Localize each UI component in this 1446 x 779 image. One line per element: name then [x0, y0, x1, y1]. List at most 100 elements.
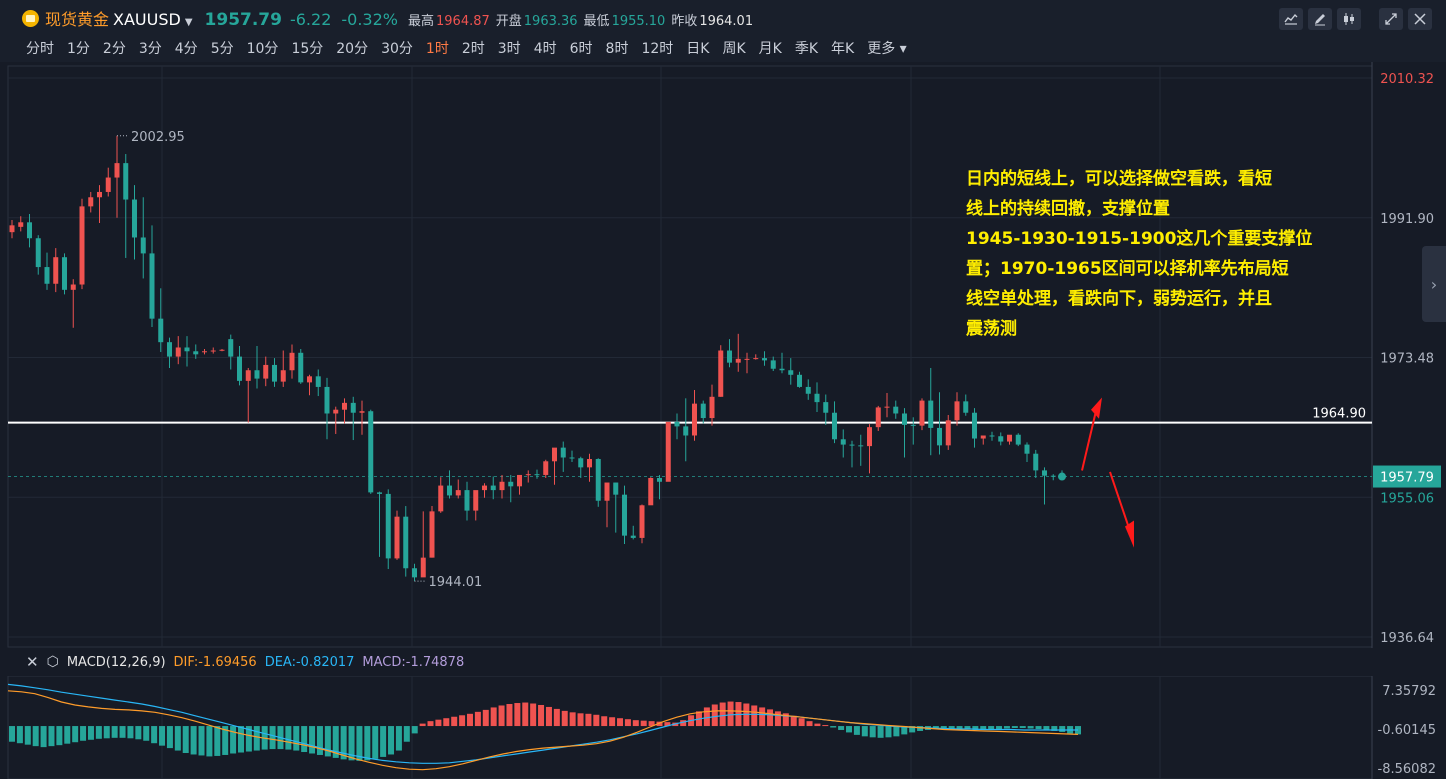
- candle-body: [630, 535, 636, 538]
- candle-body: [1007, 434, 1012, 442]
- timeframe-6[interactable]: 10分: [247, 38, 279, 58]
- macd-histogram-bar: [56, 726, 63, 746]
- macd-histogram-bar: [166, 726, 173, 749]
- timeframe-2[interactable]: 2分: [103, 38, 126, 58]
- macd-histogram-bar: [1035, 726, 1042, 729]
- candle-body: [517, 474, 522, 487]
- y-tick-label: 1973.48: [1380, 352, 1434, 367]
- candle-body: [403, 516, 409, 569]
- max-label: 2002.95: [131, 130, 185, 145]
- candle-body: [44, 267, 50, 284]
- candle-body: [534, 474, 540, 476]
- candle-body: [963, 401, 969, 413]
- collapse-panel-chevron-icon[interactable]: ›: [1422, 246, 1446, 322]
- candle-body: [105, 177, 111, 192]
- macd-histogram-bar: [1011, 726, 1018, 729]
- macd-y-tick-label: -8.56082: [1378, 762, 1436, 777]
- timeframe-3[interactable]: 3分: [139, 38, 162, 58]
- timeframe-22[interactable]: 更多 ▾: [867, 38, 906, 58]
- macd-histogram-bar: [443, 718, 450, 727]
- expand-icon[interactable]: [1379, 8, 1403, 30]
- macd-histogram-bar: [253, 726, 260, 751]
- macd-histogram-bar: [988, 726, 995, 729]
- price-change: -6.22: [289, 10, 332, 29]
- timeframe-0[interactable]: 分时: [26, 38, 54, 58]
- candle-body: [779, 368, 785, 371]
- timeframe-4[interactable]: 4分: [175, 38, 198, 58]
- low-value: 1955.10: [611, 14, 666, 29]
- timeframe-7[interactable]: 15分: [291, 38, 323, 58]
- candle-body: [429, 511, 435, 558]
- candle-body: [543, 461, 549, 475]
- macd-histogram-bar: [893, 726, 900, 737]
- close-indicator-icon[interactable]: ✕: [26, 653, 39, 671]
- candle-body: [569, 457, 575, 459]
- candle-body: [1015, 434, 1021, 445]
- candle-body: [945, 420, 951, 446]
- candle-body: [937, 427, 942, 446]
- timeframe-11[interactable]: 2时: [462, 38, 485, 58]
- annotation-line: 置；1970-1965区间可以择机率先布局短: [966, 259, 1289, 279]
- price-change-pct: -0.32%: [341, 10, 398, 29]
- candle-body: [692, 403, 697, 436]
- timeframe-17[interactable]: 日K: [686, 38, 709, 58]
- candle-body: [587, 459, 592, 468]
- quote-row: 现货黄金 XAUUSD ▼ 1957.79 -6.22 -0.32% 最高 19…: [22, 6, 759, 30]
- close-icon[interactable]: [1408, 8, 1432, 30]
- macd-histogram-bar: [419, 723, 426, 727]
- timeframe-9[interactable]: 30分: [381, 38, 413, 58]
- macd-indicator-label[interactable]: MACD(12,26,9): [67, 655, 166, 670]
- candle-body: [928, 400, 934, 428]
- symbol-name[interactable]: 现货黄金: [45, 6, 109, 30]
- macd-histogram-bar: [609, 717, 616, 727]
- draw-pen-icon[interactable]: [1308, 8, 1332, 30]
- candle-body: [385, 493, 391, 559]
- macd-histogram-bar: [759, 707, 766, 727]
- timeframe-20[interactable]: 季K: [795, 38, 818, 58]
- annotation-line: 日内的短线上，可以选择做空看跌，看短: [966, 169, 1272, 189]
- timeframe-5[interactable]: 5分: [211, 38, 234, 58]
- macd-histogram-bar: [214, 726, 221, 756]
- macd-histogram-bar: [996, 726, 1003, 729]
- timeframe-12[interactable]: 3时: [498, 38, 521, 58]
- timeframe-8[interactable]: 20分: [336, 38, 368, 58]
- timeframe-15[interactable]: 8时: [606, 38, 629, 58]
- candle-body: [893, 406, 899, 414]
- timeframe-14[interactable]: 6时: [570, 38, 593, 58]
- candle-body: [980, 435, 986, 439]
- macd-histogram-bar: [482, 709, 489, 727]
- dea-value: DEA:-0.82017: [264, 654, 355, 670]
- candlestick-chart[interactable]: 2010.32 1991.90 1973.48 1955.06 1936.64 1964.…: [0, 62, 1446, 648]
- timeframe-18[interactable]: 周K: [722, 38, 745, 58]
- line-chart-icon[interactable]: [1279, 8, 1303, 30]
- timeframe-10[interactable]: 1时: [426, 38, 449, 58]
- symbol-code[interactable]: XAUUSD: [113, 10, 181, 29]
- candle-body: [158, 318, 164, 343]
- macd-histogram-bar: [617, 718, 624, 727]
- timeframe-19[interactable]: 月K: [759, 38, 782, 58]
- candle-body: [167, 342, 172, 357]
- last-price: 1957.79: [204, 10, 282, 30]
- annotation-line: 线上的持续回撤，支撑位置: [966, 199, 1170, 219]
- macd-histogram-bar: [1043, 726, 1050, 730]
- timeframe-16[interactable]: 12时: [641, 38, 673, 58]
- candle-body: [718, 350, 724, 397]
- candle-body: [263, 364, 269, 379]
- timeframe-1[interactable]: 1分: [67, 38, 90, 58]
- timeframe-21[interactable]: 年K: [831, 38, 854, 58]
- macd-chart[interactable]: 7.35792 -0.60145 -8.56082: [0, 676, 1446, 779]
- y-tick-label: 1955.06: [1380, 491, 1434, 506]
- candle-body: [464, 490, 470, 511]
- min-label: 1944.01: [429, 575, 483, 590]
- candle-body: [359, 411, 365, 413]
- macd-histogram-bar: [530, 703, 537, 727]
- macd-histogram-bar: [1059, 726, 1066, 732]
- macd-histogram-bar: [427, 721, 434, 727]
- macd-histogram-bar: [190, 726, 197, 755]
- indicator-settings-icon[interactable]: ⬡: [47, 654, 59, 670]
- symbol-dropdown-icon[interactable]: ▼: [185, 17, 193, 28]
- last-price-dot: [1058, 472, 1066, 481]
- timeframe-13[interactable]: 4时: [534, 38, 557, 58]
- macd-histogram-bar: [285, 726, 292, 750]
- candlestick-icon[interactable]: [1337, 8, 1361, 30]
